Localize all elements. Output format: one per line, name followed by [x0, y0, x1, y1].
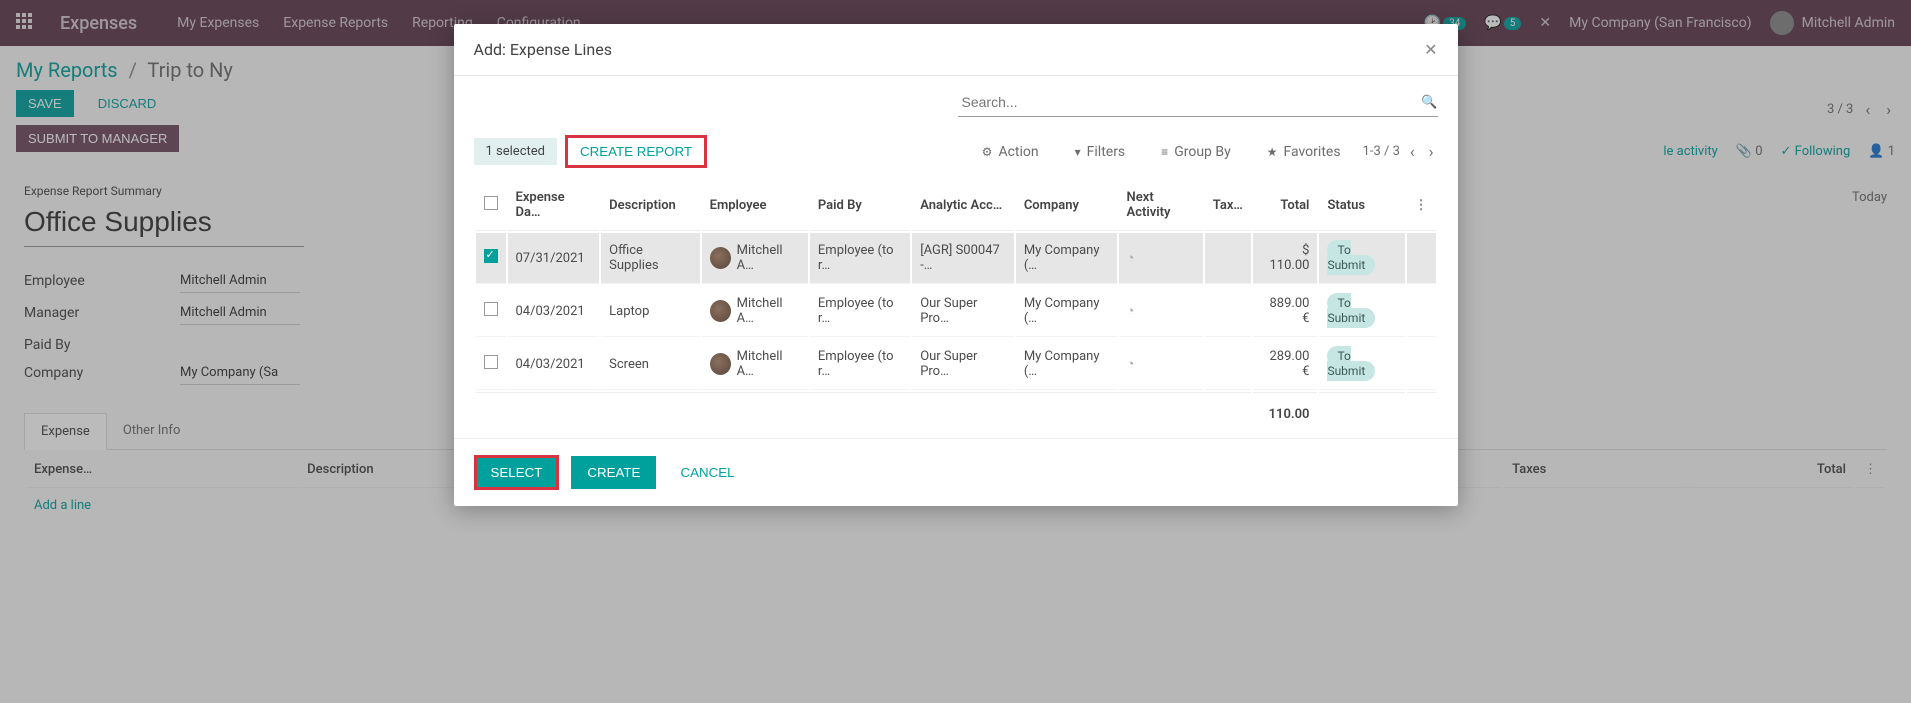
employee-avatar-icon: [710, 300, 731, 322]
favorites-menu[interactable]: ★Favorites: [1253, 144, 1355, 160]
status-badge: To Submit: [1327, 293, 1375, 328]
status-badge: To Submit: [1327, 240, 1375, 275]
modal-pager: 1-3 / 3 ‹ ›: [1363, 142, 1438, 161]
modal-toolbar: 1 selected CREATE REPORT ⚙Action ▾Filter…: [474, 125, 1438, 178]
selection-count: 1 selected: [474, 138, 557, 165]
search-input[interactable]: [958, 88, 1422, 116]
cell-paidby: Employee (to r…: [810, 339, 910, 390]
search-box: 🔍: [958, 88, 1438, 117]
cell-desc: Screen: [601, 339, 699, 390]
create-report-button[interactable]: CREATE REPORT: [565, 135, 707, 168]
col-company[interactable]: Company: [1016, 180, 1117, 231]
cell-desc: Office Supplies: [601, 233, 699, 284]
col-tax[interactable]: Tax…: [1205, 180, 1251, 231]
filter-icon: ▾: [1075, 145, 1081, 159]
gear-icon: ⚙: [982, 145, 993, 159]
col-date[interactable]: Expense Da…: [508, 180, 600, 231]
employee-avatar-icon: [710, 353, 731, 375]
col-paidby[interactable]: Paid By: [810, 180, 910, 231]
cell-total: 889.00 €: [1253, 286, 1318, 337]
table-row[interactable]: 04/03/2021 Screen Mitchell A… Employee (…: [476, 339, 1436, 390]
cell-paidby: Employee (to r…: [810, 233, 910, 284]
action-menu[interactable]: ⚙Action: [968, 144, 1053, 160]
cell-date: 04/03/2021: [508, 286, 600, 337]
status-badge: To Submit: [1327, 346, 1375, 381]
cell-next-activity: ◔: [1119, 339, 1203, 390]
filters-menu[interactable]: ▾Filters: [1061, 144, 1140, 160]
col-total[interactable]: Total: [1253, 180, 1318, 231]
modal-pager-prev-icon[interactable]: ‹: [1406, 142, 1419, 161]
row-checkbox[interactable]: [484, 249, 498, 263]
col-status[interactable]: Status: [1319, 180, 1404, 231]
modal-title: Add: Expense Lines: [474, 40, 1425, 59]
groupby-menu[interactable]: ≡Group By: [1147, 144, 1245, 160]
search-icon[interactable]: 🔍: [1421, 95, 1437, 110]
select-button[interactable]: SELECT: [474, 455, 560, 490]
clock-icon: ◔: [1127, 357, 1135, 372]
col-desc[interactable]: Description: [601, 180, 699, 231]
cell-tax: [1205, 286, 1251, 337]
clock-icon: ◔: [1127, 251, 1135, 266]
star-icon: ★: [1267, 145, 1278, 159]
create-button[interactable]: CREATE: [571, 456, 656, 489]
cell-desc: Laptop: [601, 286, 699, 337]
clock-icon: ◔: [1127, 304, 1135, 319]
cell-analytic: Our Super Pro…: [912, 286, 1014, 337]
cell-employee: Mitchell A…: [710, 243, 800, 273]
employee-avatar-icon: [710, 247, 731, 269]
cell-company: My Company (…: [1016, 233, 1117, 284]
cell-company: My Company (…: [1016, 286, 1117, 337]
list-icon: ≡: [1161, 145, 1168, 159]
cell-employee: Mitchell A…: [710, 349, 800, 379]
modal-overlay: Add: Expense Lines ✕ 🔍 1 selected CREATE…: [0, 0, 1911, 703]
modal-pager-next-icon[interactable]: ›: [1425, 142, 1438, 161]
row-checkbox[interactable]: [484, 355, 498, 369]
cell-total: $ 110.00: [1253, 233, 1318, 284]
cancel-button[interactable]: CANCEL: [668, 456, 746, 489]
table-row[interactable]: 07/31/2021 Office Supplies Mitchell A… E…: [476, 233, 1436, 284]
grid-menu-icon[interactable]: ⋮: [1415, 198, 1428, 213]
cell-next-activity: ◔: [1119, 286, 1203, 337]
col-analytic[interactable]: Analytic Acc…: [912, 180, 1014, 231]
cell-tax: [1205, 339, 1251, 390]
close-icon[interactable]: ✕: [1424, 40, 1437, 59]
table-row[interactable]: 04/03/2021 Laptop Mitchell A… Employee (…: [476, 286, 1436, 337]
col-next[interactable]: Next Activity: [1119, 180, 1203, 231]
cell-company: My Company (…: [1016, 339, 1117, 390]
cell-employee: Mitchell A…: [710, 296, 800, 326]
col-emp[interactable]: Employee: [702, 180, 808, 231]
cell-date: 07/31/2021: [508, 233, 600, 284]
add-expense-lines-modal: Add: Expense Lines ✕ 🔍 1 selected CREATE…: [454, 24, 1458, 506]
cell-analytic: [AGR] S00047 -…: [912, 233, 1014, 284]
select-all-checkbox[interactable]: [484, 196, 498, 210]
cell-paidby: Employee (to r…: [810, 286, 910, 337]
cell-date: 04/03/2021: [508, 339, 600, 390]
expense-lines-grid: Expense Da… Description Employee Paid By…: [474, 178, 1438, 438]
cell-total: 289.00 €: [1253, 339, 1318, 390]
total-sum: 110.00: [1253, 392, 1318, 436]
row-checkbox[interactable]: [484, 302, 498, 316]
cell-analytic: Our Super Pro…: [912, 339, 1014, 390]
cell-tax: [1205, 233, 1251, 284]
cell-next-activity: ◔: [1119, 233, 1203, 284]
